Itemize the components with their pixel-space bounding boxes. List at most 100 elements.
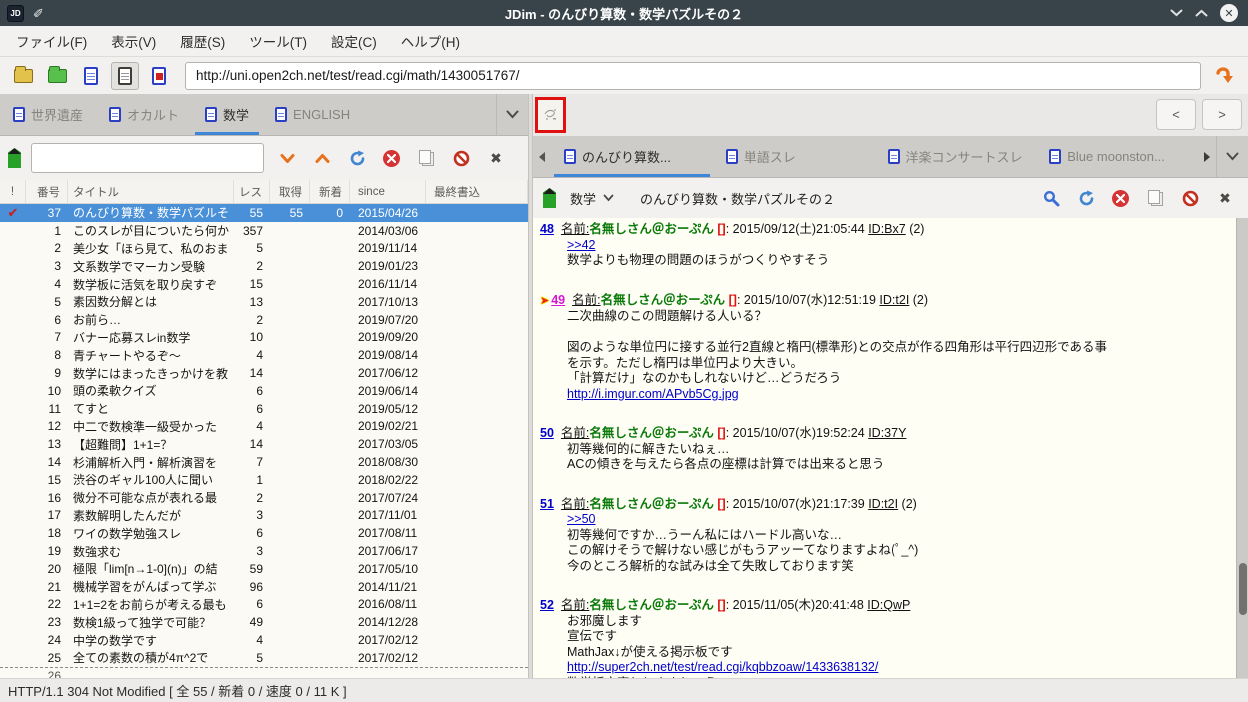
open-board-button[interactable] <box>9 62 37 90</box>
column-header[interactable]: since <box>350 180 426 203</box>
table-row[interactable]: 19 数強求む 3 2017/06/17 <box>0 542 528 560</box>
tab[interactable]: 洋楽コンサートスレ <box>875 136 1037 177</box>
table-row[interactable]: 11 てすと 6 2019/05/12 <box>0 400 528 418</box>
tab[interactable]: 数学 <box>192 94 262 135</box>
stop-thread-button[interactable] <box>1112 189 1129 207</box>
table-row[interactable]: 22 1+1=2をお前らが考える最も 6 2016/08/11 <box>0 596 528 614</box>
table-row[interactable]: 14 杉浦解析入門・解析演習を 7 2018/08/30 <box>0 453 528 471</box>
post-id-link[interactable]: ID:Bx7 <box>868 222 906 236</box>
scrollbar-thumb[interactable] <box>1239 563 1247 615</box>
table-row[interactable]: 16 微分不可能な点が表れる最 2 2017/07/24 <box>0 489 528 507</box>
reload-button[interactable] <box>348 149 366 167</box>
post-id-link[interactable]: ID:37Y <box>868 426 906 440</box>
table-row[interactable]: 1 このスレが目についたら何か 357 2014/03/06 <box>0 222 528 240</box>
search-in-thread-button[interactable] <box>1042 189 1060 207</box>
column-header[interactable]: 最終書込 <box>426 180 528 203</box>
post-number-link[interactable]: 52 <box>540 598 554 612</box>
search-down-button[interactable] <box>278 149 296 167</box>
copy-thread-button[interactable] <box>1146 189 1164 207</box>
minimize-button[interactable] <box>1170 9 1183 17</box>
maximize-button[interactable] <box>1195 9 1208 17</box>
column-header[interactable]: レス <box>234 180 270 203</box>
table-row[interactable]: 24 中学の数学です 4 2017/02/12 <box>0 631 528 649</box>
table-row[interactable]: 3 文系数学でマーカン受験 2 2019/01/23 <box>0 257 528 275</box>
column-header[interactable]: タイトル <box>68 180 234 203</box>
table-row[interactable]: 17 素数解明したんだが 3 2017/11/01 <box>0 507 528 525</box>
post-link[interactable]: >>42 <box>567 238 1228 254</box>
copy-button[interactable] <box>417 149 435 167</box>
column-header[interactable]: 取得 <box>270 180 310 203</box>
stop-button[interactable] <box>383 149 400 167</box>
close-tab-button[interactable]: ✖ <box>487 149 505 167</box>
close-button[interactable]: ✕ <box>1220 4 1238 22</box>
board-view-button[interactable] <box>77 62 105 90</box>
image-thumbnail-tab[interactable] <box>535 97 566 133</box>
search-up-button[interactable] <box>313 149 331 167</box>
table-row[interactable]: 26 <box>0 666 528 678</box>
table-row[interactable]: 5 素因数分解とは 13 2017/10/13 <box>0 293 528 311</box>
thread-tab-list-button[interactable] <box>1216 136 1248 177</box>
table-row[interactable]: 23 数検1級って独学で可能？ 49 2014/12/28 <box>0 613 528 631</box>
tab[interactable]: 単語スレ <box>713 136 875 177</box>
pin-icon[interactable]: ✐ <box>33 7 44 20</box>
favorites-button[interactable] <box>43 62 71 90</box>
post-id-link[interactable]: ID:t2I <box>868 497 898 511</box>
table-row[interactable]: 8 青チャートやるぞ〜 4 2019/08/14 <box>0 346 528 364</box>
thread-view-button[interactable] <box>111 61 139 90</box>
table-row[interactable]: 13 【超難問】1+1=？ 14 2017/03/05 <box>0 435 528 453</box>
table-row[interactable]: 7 バナー応募スレin数学 10 2019/09/20 <box>0 329 528 347</box>
menu-item[interactable]: ヘルプ(H) <box>389 26 472 56</box>
table-row[interactable]: 9 数学にはまったきっかけを教 14 2017/06/12 <box>0 364 528 382</box>
tab[interactable]: のんびり算数... <box>551 136 713 177</box>
menu-item[interactable]: ファイル(F) <box>4 26 99 56</box>
prev-thread-button[interactable]: < <box>1156 99 1196 130</box>
menu-item[interactable]: 設定(C) <box>319 26 389 56</box>
tab[interactable]: 世界遺産 <box>0 94 96 135</box>
menu-item[interactable]: 履歴(S) <box>168 26 237 56</box>
table-row[interactable]: 10 頭の柔軟クイズ 6 2019/06/14 <box>0 382 528 400</box>
table-row[interactable]: 12 中二で数検準一級受かった 4 2019/02/21 <box>0 418 528 436</box>
post-id-link[interactable]: ID:QwP <box>867 598 910 612</box>
table-row[interactable]: 20 極限「lim[n→1-0](n)」の結 59 2017/05/10 <box>0 560 528 578</box>
write-icon[interactable] <box>8 148 21 168</box>
table-row[interactable]: 4 数学板に活気を取り戻すぞ 15 2016/11/14 <box>0 275 528 293</box>
tab-scroll-left-button[interactable] <box>533 136 551 177</box>
board-select[interactable]: 数学 <box>570 189 614 208</box>
url-input[interactable] <box>185 61 1201 90</box>
post-link[interactable]: http://i.imgur.com/APvb5Cg.jpg <box>567 387 1228 403</box>
table-row[interactable]: 25 全ての素数の積が4π^2で 5 2017/02/12 <box>0 649 528 667</box>
tab[interactable]: オカルト <box>96 94 192 135</box>
next-thread-button[interactable]: > <box>1202 99 1242 130</box>
tab-list-button[interactable] <box>496 94 528 135</box>
table-row[interactable]: 18 ワイの数学勉強スレ 6 2017/08/11 <box>0 524 528 542</box>
post-link[interactable]: >>50 <box>567 512 1228 528</box>
table-row[interactable]: ✔ 37 のんびり算数・数学パズルそ 55 55 0 2015/04/26 <box>0 204 528 222</box>
column-header[interactable]: 新着 <box>310 180 350 203</box>
thread-list-header[interactable]: ! 番号 タイトル レス 取得 新着 since 最終書込 <box>0 180 528 204</box>
abort-thread-button[interactable] <box>1181 189 1199 207</box>
menu-item[interactable]: 表示(V) <box>99 26 168 56</box>
abort-button[interactable] <box>452 149 470 167</box>
search-input[interactable] <box>31 143 264 173</box>
post-link[interactable]: http://super2ch.net/test/read.cgi/kqbbzo… <box>567 660 1228 676</box>
close-thread-button[interactable]: ✖ <box>1216 189 1234 207</box>
table-row[interactable]: 2 美少女「ほら見て、私のおま 5 2019/11/14 <box>0 240 528 258</box>
table-row[interactable]: 21 機械学習をがんばって学ぶ 96 2014/11/21 <box>0 578 528 596</box>
image-view-button[interactable] <box>145 62 173 90</box>
thread-scrollbar[interactable] <box>1236 218 1248 678</box>
table-row[interactable]: 15 渋谷のギャル100人に聞い 1 2018/02/22 <box>0 471 528 489</box>
column-header[interactable]: 番号 <box>26 180 68 203</box>
table-row[interactable]: 6 お前ら… 2 2019/07/20 <box>0 311 528 329</box>
tab-scroll-right-button[interactable] <box>1198 136 1216 177</box>
go-button[interactable] <box>1209 61 1239 91</box>
menu-item[interactable]: ツール(T) <box>237 26 319 56</box>
post-id-link[interactable]: ID:t2I <box>879 293 909 307</box>
reload-thread-button[interactable] <box>1077 189 1095 207</box>
write-post-icon[interactable] <box>543 188 556 208</box>
tab[interactable]: Blue moonston... <box>1036 136 1198 177</box>
column-header[interactable]: ! <box>0 180 26 203</box>
tab[interactable]: ENGLISH <box>262 94 363 135</box>
post-number-link[interactable]: 49 <box>551 293 565 307</box>
post-number-link[interactable]: 50 <box>540 426 554 440</box>
post-number-link[interactable]: 48 <box>540 222 554 236</box>
